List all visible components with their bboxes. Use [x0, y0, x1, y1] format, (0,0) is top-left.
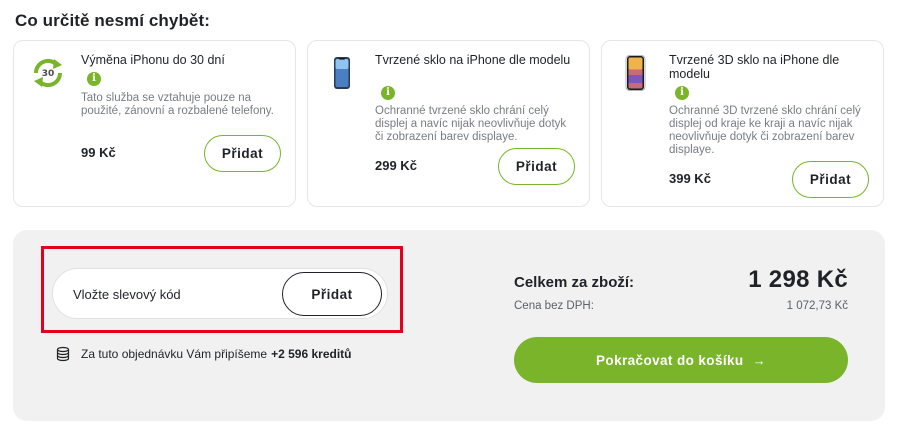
- credits-note: Za tuto objednávku Vám připíšeme +2 596 …: [55, 346, 352, 362]
- product-name: Tvrzené 3D sklo na iPhone dle modelu: [669, 53, 840, 81]
- apply-coupon-button[interactable]: Přidat: [282, 272, 382, 316]
- product-description: Ochranné 3D tvrzené sklo chrání celý dis…: [669, 105, 861, 156]
- info-icon[interactable]: i: [675, 86, 689, 100]
- arrow-right-icon: →: [752, 352, 766, 368]
- net-price-label: Cena bez DPH:: [514, 300, 594, 312]
- add-glass-button[interactable]: Přidat: [498, 148, 575, 185]
- total-value: 1 298 Kč: [748, 266, 848, 293]
- info-icon[interactable]: i: [87, 72, 101, 86]
- checkout-button[interactable]: Pokračovat do košíku →: [514, 337, 848, 383]
- upsell-card-3d-glass: Tvrzené 3D sklo na iPhone dle modelu i O…: [601, 40, 884, 207]
- product-name: Výměna iPhonu do 30 dní: [81, 53, 225, 67]
- product-price: 99 Kč: [81, 145, 116, 160]
- exchange-30-icon: 30: [28, 53, 68, 93]
- product-description: Tato služba se vztahuje pouze na použité…: [81, 92, 274, 117]
- upsell-card-glass: Tvrzené sklo na iPhone dle modelu i Ochr…: [307, 40, 590, 207]
- credits-amount: +2 596 kreditů: [271, 347, 352, 361]
- phone-glass-icon: [322, 53, 362, 93]
- svg-text:30: 30: [42, 69, 55, 79]
- coupon-code-input[interactable]: [73, 282, 273, 306]
- upsell-card-exchange: 30 Výměna iPhonu do 30 dní i Tato služba…: [13, 40, 296, 207]
- product-price: 399 Kč: [669, 171, 711, 186]
- credits-text: Za tuto objednávku Vám připíšeme: [81, 347, 268, 361]
- coins-icon: [56, 346, 70, 362]
- checkout-label: Pokračovat do košíku: [596, 352, 744, 368]
- phone-3d-glass-icon: [616, 53, 656, 93]
- product-description: Ochranné tvrzené sklo chrání celý disple…: [375, 105, 567, 143]
- add-3d-glass-button[interactable]: Přidat: [792, 161, 869, 198]
- coupon-form: Přidat: [52, 268, 388, 319]
- add-exchange-button[interactable]: Přidat: [204, 135, 281, 172]
- section-title: Co určitě nesmí chybět:: [15, 11, 211, 30]
- product-price: 299 Kč: [375, 158, 417, 173]
- product-name: Tvrzené sklo na iPhone dle modelu: [375, 53, 571, 67]
- net-price-value: 1 072,73 Kč: [786, 300, 848, 312]
- info-icon[interactable]: i: [381, 86, 395, 100]
- total-label: Celkem za zboží:: [514, 274, 635, 291]
